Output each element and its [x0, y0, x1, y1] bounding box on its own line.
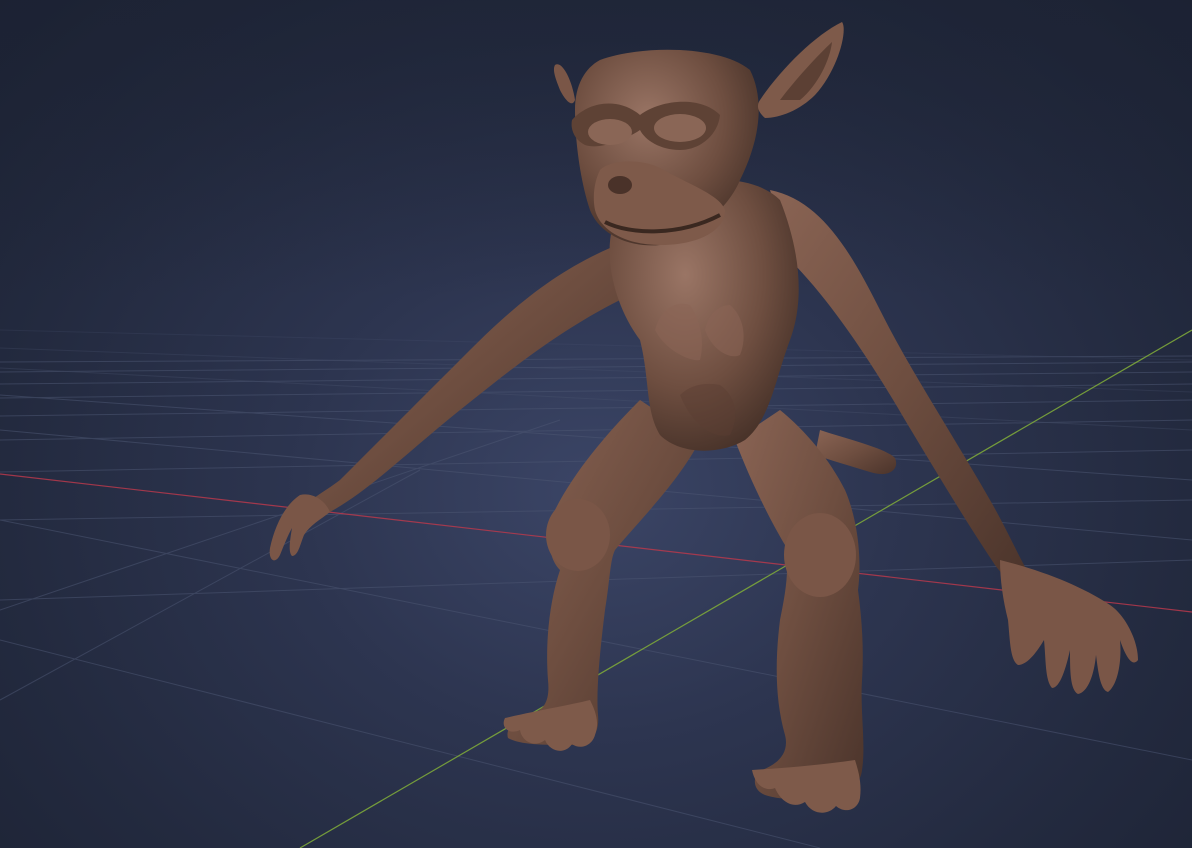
viewport-canvas[interactable] [0, 0, 1192, 848]
3d-viewport[interactable] [0, 0, 1192, 848]
